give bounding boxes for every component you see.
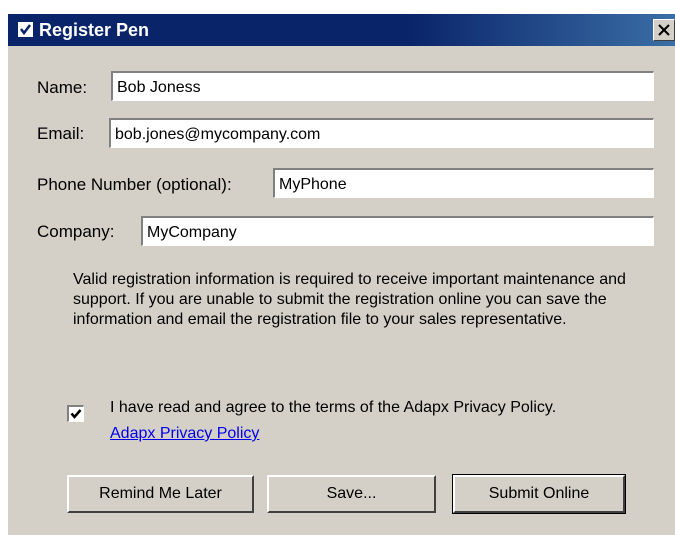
phone-label: Phone Number (optional):	[37, 175, 232, 194]
company-label: Company:	[37, 222, 115, 241]
phone-field[interactable]	[273, 168, 654, 198]
save-button[interactable]: Save...	[267, 475, 436, 513]
remind-me-later-button[interactable]: Remind Me Later	[67, 475, 254, 513]
email-field[interactable]	[109, 118, 654, 148]
registration-info-text: Valid registration information is requir…	[73, 271, 626, 328]
submit-online-button[interactable]: Submit Online	[452, 474, 626, 514]
window-title: Register Pen	[39, 20, 150, 40]
privacy-agree-checkbox[interactable]	[67, 405, 84, 422]
close-button[interactable]	[653, 19, 675, 41]
company-field[interactable]	[141, 216, 654, 246]
register-pen-dialog: Register Pen Name: Email: Phone Number (…	[0, 0, 675, 535]
name-field[interactable]	[111, 71, 654, 101]
checkmark-icon	[18, 22, 33, 37]
background-strip-left	[0, 0, 8, 535]
privacy-policy-link[interactable]: Adapx Privacy Policy	[110, 424, 259, 444]
privacy-agree-label: I have read and agree to the terms of th…	[110, 399, 557, 416]
title-bar[interactable]: Register Pen	[8, 14, 675, 46]
name-label: Name:	[37, 78, 88, 97]
email-label: Email:	[37, 124, 85, 143]
background-strip-top	[0, 0, 675, 14]
